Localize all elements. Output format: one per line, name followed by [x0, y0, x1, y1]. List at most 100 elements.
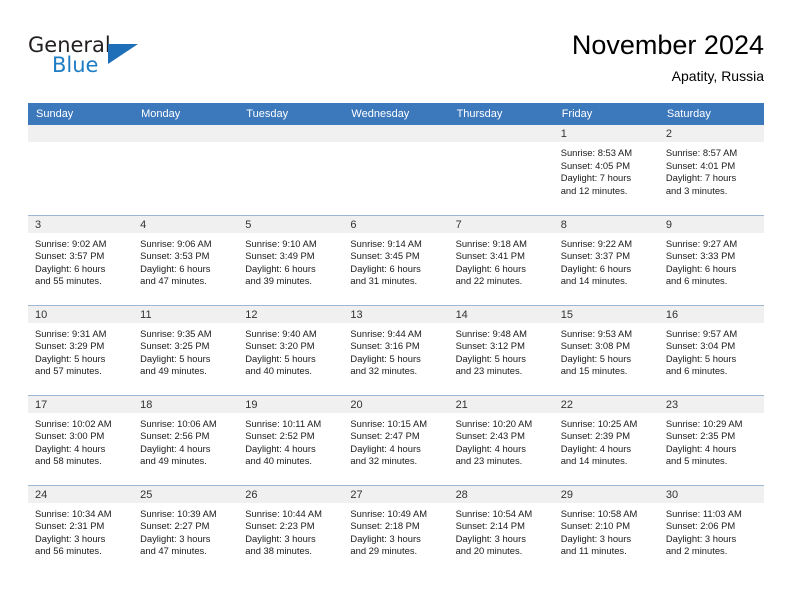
- calendar-day-cell[interactable]: 4 Sunrise: 9:06 AM Sunset: 3:53 PM Daylight…: [133, 214, 239, 305]
- day-sun-info-line: and 56 minutes.: [35, 545, 102, 557]
- day-number: 8: [553, 216, 659, 233]
- day-sun-info-line: Sunrise: 9:44 AM: [350, 327, 422, 339]
- day-number: [238, 125, 344, 142]
- day-cell-inner: 20 Sunrise: 10:15 AM Sunset: 2:47 PM Daylig…: [343, 396, 449, 485]
- general-blue-logo[interactable]: General Blue: [28, 34, 208, 92]
- day-number: [448, 125, 554, 142]
- day-sun-info: Sunrise: 9:44 AM Sunset: 3:16 PM Daylight:…: [343, 323, 448, 378]
- day-sun-info-line: Daylight: 3 hours: [140, 532, 211, 544]
- calendar-day-cell[interactable]: 12 Sunrise: 9:40 AM Sunset: 3:20 PM Dayligh…: [238, 304, 344, 395]
- day-sun-info-line: Daylight: 5 hours: [140, 352, 211, 364]
- calendar-day-cell[interactable]: 3 Sunrise: 9:02 AM Sunset: 3:57 PM Daylight…: [28, 214, 134, 305]
- day-sun-info-line: Sunrise: 10:58 AM: [560, 507, 638, 519]
- calendar-day-cell[interactable]: 11 Sunrise: 9:35 AM Sunset: 3:25 PM Dayligh…: [133, 304, 239, 395]
- day-cell-inner: 24 Sunrise: 10:34 AM Sunset: 2:31 PM Daylig…: [28, 486, 134, 575]
- day-number: 27: [343, 486, 449, 503]
- calendar-day-cell[interactable]: 28 Sunrise: 10:54 AM Sunset: 2:14 PM Daylig…: [448, 484, 554, 575]
- calendar-day-cell[interactable]: 9 Sunrise: 9:27 AM Sunset: 3:33 PM Daylight…: [658, 214, 764, 305]
- day-sun-info-line: Sunset: 2:43 PM: [455, 430, 525, 442]
- triangle-icon: [108, 44, 138, 64]
- day-sun-info-line: Sunrise: 8:57 AM: [665, 147, 738, 158]
- calendar-day-cell-empty: [448, 125, 554, 215]
- day-sun-info-line: Sunset: 2:52 PM: [245, 430, 315, 442]
- calendar-day-cell-empty: [343, 125, 449, 215]
- day-sun-info-line: Sunrise: 10:54 AM: [455, 507, 533, 519]
- calendar-day-cell[interactable]: 8 Sunrise: 9:22 AM Sunset: 3:37 PM Daylight…: [553, 214, 659, 305]
- day-sun-info-line: Daylight: 4 hours: [245, 442, 316, 454]
- calendar-day-cell[interactable]: 29 Sunrise: 10:58 AM Sunset: 2:10 PM Daylig…: [553, 484, 659, 575]
- day-sun-info-line: Sunset: 3:49 PM: [245, 250, 315, 262]
- page-subtitle: Apatity, Russia: [671, 68, 764, 84]
- day-number: 26: [238, 486, 344, 503]
- page-title: November 2024: [571, 30, 764, 60]
- day-cell-inner: 21 Sunrise: 10:20 AM Sunset: 2:43 PM Daylig…: [448, 396, 554, 485]
- calendar-day-cell[interactable]: 14 Sunrise: 9:48 AM Sunset: 3:12 PM Dayligh…: [448, 304, 554, 395]
- calendar-day-cell[interactable]: 21 Sunrise: 10:20 AM Sunset: 2:43 PM Daylig…: [448, 394, 554, 485]
- day-cell-inner: 7 Sunrise: 9:18 AM Sunset: 3:41 PM Daylight…: [448, 216, 554, 305]
- day-sun-info-line: and 14 minutes.: [560, 455, 628, 467]
- calendar-grid: Sunday Monday Tuesday Wednesday Thursday…: [28, 103, 764, 575]
- day-number: 5: [238, 216, 344, 233]
- weekday-header-monday: Monday: [133, 103, 239, 125]
- calendar-day-cell[interactable]: 24 Sunrise: 10:34 AM Sunset: 2:31 PM Daylig…: [28, 484, 134, 575]
- day-sun-info: Sunrise: 10:20 AM Sunset: 2:43 PM Daylight…: [449, 413, 554, 468]
- day-cell-inner: 17 Sunrise: 10:02 AM Sunset: 3:00 PM Daylig…: [28, 396, 134, 485]
- calendar-day-cell[interactable]: 13 Sunrise: 9:44 AM Sunset: 3:16 PM Dayligh…: [343, 304, 449, 395]
- calendar-day-cell[interactable]: 18 Sunrise: 10:06 AM Sunset: 2:56 PM Daylig…: [133, 394, 239, 485]
- day-sun-info: Sunrise: 10:06 AM Sunset: 2:56 PM Daylight…: [133, 413, 238, 468]
- day-sun-info-line: Daylight: 7 hours: [560, 172, 632, 184]
- day-sun-info-line: and 57 minutes.: [35, 365, 102, 377]
- day-sun-info-line: and 29 minutes.: [350, 545, 418, 557]
- calendar-day-cell[interactable]: 7 Sunrise: 9:18 AM Sunset: 3:41 PM Daylight…: [448, 214, 554, 305]
- day-sun-info: Sunrise: 10:54 AM Sunset: 2:14 PM Daylight…: [449, 503, 554, 558]
- calendar-day-cell[interactable]: 6 Sunrise: 9:14 AM Sunset: 3:45 PM Daylight…: [343, 214, 449, 305]
- calendar-day-cell[interactable]: 22 Sunrise: 10:25 AM Sunset: 2:39 PM Daylig…: [553, 394, 659, 485]
- day-cell-inner: [343, 125, 449, 215]
- day-sun-info-line: Sunrise: 9:48 AM: [455, 327, 527, 339]
- calendar-day-cell[interactable]: 16 Sunrise: 9:57 AM Sunset: 3:04 PM Dayligh…: [658, 304, 764, 395]
- day-sun-info-line: Sunset: 2:27 PM: [140, 520, 210, 532]
- day-sun-info-line: and 40 minutes.: [245, 455, 312, 467]
- day-number: 18: [133, 396, 239, 413]
- day-sun-info-line: Sunrise: 9:57 AM: [665, 327, 738, 339]
- day-cell-inner: 14 Sunrise: 9:48 AM Sunset: 3:12 PM Dayligh…: [448, 306, 554, 395]
- day-sun-info-line: Sunrise: 10:11 AM: [245, 417, 322, 429]
- day-sun-info: Sunrise: 9:35 AM Sunset: 3:25 PM Daylight:…: [133, 323, 238, 378]
- day-sun-info-line: Daylight: 6 hours: [455, 262, 526, 274]
- day-sun-info: Sunrise: 10:39 AM Sunset: 2:27 PM Daylight…: [133, 503, 238, 558]
- day-sun-info-line: Daylight: 6 hours: [245, 262, 316, 274]
- day-sun-info-line: Daylight: 5 hours: [245, 352, 316, 364]
- day-cell-inner: 22 Sunrise: 10:25 AM Sunset: 2:39 PM Daylig…: [553, 396, 659, 485]
- calendar-day-cell[interactable]: 23 Sunrise: 10:29 AM Sunset: 2:35 PM Daylig…: [658, 394, 764, 485]
- day-sun-info: Sunrise: 10:49 AM Sunset: 2:18 PM Daylight…: [343, 503, 448, 558]
- day-sun-info-line: Sunset: 3:04 PM: [665, 340, 736, 352]
- calendar-day-cell[interactable]: 30 Sunrise: 11:03 AM Sunset: 2:06 PM Daylig…: [658, 484, 764, 575]
- day-sun-info-line: Daylight: 7 hours: [665, 172, 737, 184]
- calendar-day-cell[interactable]: 25 Sunrise: 10:39 AM Sunset: 2:27 PM Daylig…: [133, 484, 239, 575]
- day-sun-info-line: Sunset: 3:57 PM: [35, 250, 105, 262]
- calendar-day-cell[interactable]: 19 Sunrise: 10:11 AM Sunset: 2:52 PM Daylig…: [238, 394, 344, 485]
- calendar-day-cell[interactable]: 10 Sunrise: 9:31 AM Sunset: 3:29 PM Dayligh…: [28, 304, 134, 395]
- calendar-header: Sunday Monday Tuesday Wednesday Thursday…: [28, 103, 764, 125]
- day-sun-info-line: Daylight: 6 hours: [350, 262, 421, 274]
- day-sun-info-line: Sunset: 3:45 PM: [350, 250, 420, 262]
- day-sun-info: Sunrise: 10:15 AM Sunset: 2:47 PM Daylight…: [343, 413, 448, 468]
- calendar-day-cell[interactable]: 5 Sunrise: 9:10 AM Sunset: 3:49 PM Daylight…: [238, 214, 344, 305]
- day-number: 15: [553, 306, 659, 323]
- day-number: [343, 125, 449, 142]
- calendar-day-cell[interactable]: 15 Sunrise: 9:53 AM Sunset: 3:08 PM Dayligh…: [553, 304, 659, 395]
- day-sun-info: Sunrise: 9:06 AM Sunset: 3:53 PM Daylight:…: [133, 233, 238, 288]
- day-sun-info: Sunrise: 9:31 AM Sunset: 3:29 PM Daylight:…: [28, 323, 133, 378]
- calendar-day-cell[interactable]: 2 Sunrise: 8:57 AM Sunset: 4:01 PM Daylight…: [658, 125, 764, 215]
- calendar-day-cell[interactable]: 26 Sunrise: 10:44 AM Sunset: 2:23 PM Daylig…: [238, 484, 344, 575]
- day-sun-info-line: Sunrise: 9:14 AM: [350, 237, 422, 249]
- calendar-week-row: 10 Sunrise: 9:31 AM Sunset: 3:29 PM Dayligh…: [28, 304, 764, 395]
- day-number: 29: [553, 486, 659, 503]
- day-sun-info-line: Sunrise: 9:35 AM: [140, 327, 212, 339]
- calendar-day-cell[interactable]: 27 Sunrise: 10:49 AM Sunset: 2:18 PM Daylig…: [343, 484, 449, 575]
- calendar-day-cell[interactable]: 17 Sunrise: 10:02 AM Sunset: 3:00 PM Daylig…: [28, 394, 134, 485]
- calendar-day-cell[interactable]: 20 Sunrise: 10:15 AM Sunset: 2:47 PM Daylig…: [343, 394, 449, 485]
- calendar-day-cell[interactable]: 1 Sunrise: 8:53 AM Sunset: 4:05 PM Daylight…: [553, 125, 659, 215]
- day-sun-info-line: Sunrise: 10:34 AM: [35, 507, 112, 519]
- day-number: 21: [448, 396, 554, 413]
